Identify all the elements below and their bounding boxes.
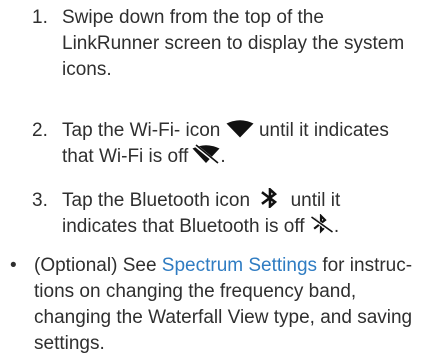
step-text-line: icons.	[62, 59, 112, 80]
step-number: 3.	[32, 190, 48, 211]
note-text-line: tions on changing the frequency band,	[34, 281, 357, 302]
step-text: until it	[290, 190, 341, 211]
step-text: that Wi-Fi is off	[62, 146, 189, 167]
note-text-line: (Optional) See Spectrum Settings for ins…	[34, 253, 434, 279]
step-text: Tap the Bluetooth icon	[62, 190, 251, 211]
optional-note: • (Optional) See Spectrum Settings for i…	[10, 253, 434, 357]
step-text-line: Tap the Wi-Fi- icon until it indicates	[62, 118, 432, 144]
step-text: until it indicates	[258, 120, 389, 141]
note-text-line: settings.	[34, 333, 105, 354]
bullet-marker: •	[10, 255, 17, 276]
step-2: 2. Tap the Wi-Fi- icon until it indicate…	[32, 118, 432, 170]
step-text: .	[333, 216, 340, 237]
step-number: 1.	[32, 7, 48, 28]
step-text-line: indicates that Bluetooth is off .	[62, 214, 432, 240]
wifi-off-icon	[192, 144, 220, 164]
wifi-icon	[226, 120, 254, 138]
step-text: Tap the Wi-Fi- icon	[62, 120, 221, 141]
step-text: indicates that Bluetooth is off	[62, 216, 305, 237]
instruction-document: 1. Swipe down from the top of the LinkRu…	[0, 0, 438, 354]
spectrum-settings-link[interactable]: Spectrum Settings	[162, 255, 317, 276]
step-text-line: that Wi-Fi is off .	[62, 144, 432, 170]
note-text-line: changing the Waterfall View type, and sa…	[34, 307, 413, 328]
step-text-line: Tap the Bluetooth icon until it	[62, 188, 432, 214]
step-3: 3. Tap the Bluetooth icon until it indic…	[32, 188, 432, 240]
note-text: for instruc-	[317, 255, 413, 276]
note-text: (Optional) See	[34, 255, 162, 276]
step-1: 1. Swipe down from the top of the LinkRu…	[32, 5, 432, 83]
step-text-line: LinkRunner screen to display the system	[62, 33, 405, 54]
step-text: .	[220, 146, 226, 167]
step-text-line: Swipe down from the top of the	[62, 7, 324, 28]
bluetooth-off-icon	[309, 214, 334, 234]
bluetooth-icon	[261, 188, 279, 208]
step-number: 2.	[32, 120, 48, 141]
